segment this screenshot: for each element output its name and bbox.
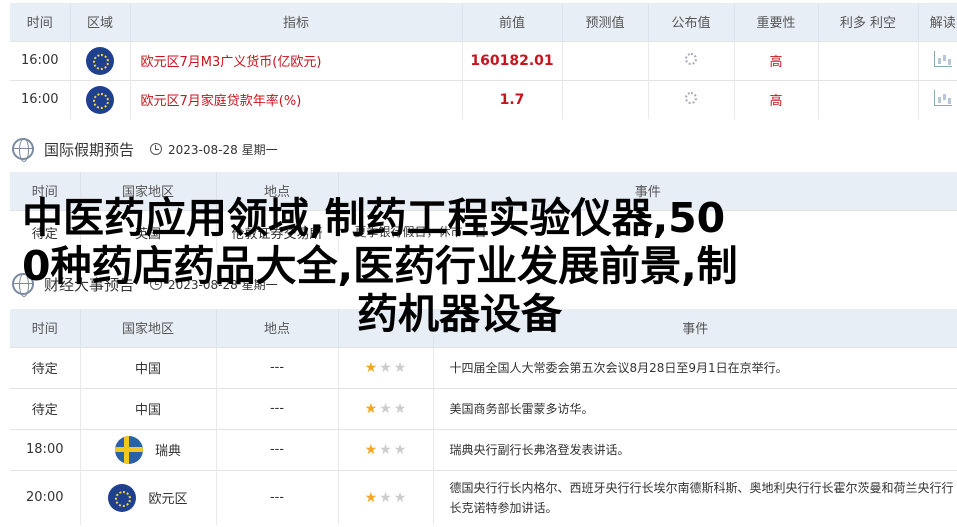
star-icon: ★ xyxy=(364,441,378,458)
country-cell: 中国 xyxy=(80,346,217,388)
chart-icon[interactable] xyxy=(933,89,952,106)
country-cell: 瑞典 xyxy=(154,444,181,459)
col-previous: 前值 xyxy=(462,3,563,41)
star-icon: ★ xyxy=(379,441,392,458)
overlay-headline: 中医药应用领域,制药工程实验仪器,50 0种药店药品大全,医药行业发展前景,制 … xyxy=(22,194,902,338)
table-row: 待定 中国 --- ★ ★ ★ 美国商务部长雷蒙多访华。 xyxy=(10,387,957,429)
event-cell: 美国商务部长雷蒙多访华。 xyxy=(433,387,957,429)
loading-icon xyxy=(685,52,697,65)
overlay-line-3: 药机器设备 xyxy=(357,290,562,338)
holiday-section-header: 国际假期预告 2023-08-28 星期一 xyxy=(12,138,278,162)
eu-flag-icon xyxy=(86,85,114,114)
star-icon: ★ xyxy=(364,359,378,376)
col-bias: 利多 利空 xyxy=(818,3,919,41)
col-forecast: 预测值 xyxy=(562,3,649,41)
star-icon: ★ xyxy=(379,359,392,376)
forecast-value xyxy=(562,79,649,119)
time-cell: 18:00 xyxy=(10,428,81,470)
holiday-title: 国际假期预告 xyxy=(44,140,135,159)
clock-icon xyxy=(150,143,163,155)
loading-icon xyxy=(685,91,697,104)
previous-value: 160182.01 xyxy=(462,40,563,80)
forecast-value xyxy=(562,40,649,80)
eu-flag-icon xyxy=(108,483,137,512)
col-region: 区域 xyxy=(70,3,131,41)
indicator-link[interactable]: 欧元区7月家庭贷款年率(%) xyxy=(130,79,463,119)
star-icon: ★ xyxy=(393,359,407,376)
place-cell: --- xyxy=(216,387,339,429)
table-row: 18:00 瑞典 --- ★ ★ ★ 瑞典央行副行长弗洛登发表讲话。 xyxy=(10,428,957,470)
time-cell: 待定 xyxy=(10,346,81,388)
star-icon: ★ xyxy=(393,400,407,417)
table-row: 20:00 欧元区 --- ★ ★ ★ 德国央行行长内格尔、西班牙央行行长埃尔南德斯… xyxy=(10,469,957,525)
star-rating: ★ ★ ★ xyxy=(338,469,434,525)
col-indicator: 指标 xyxy=(130,3,463,41)
indicator-link[interactable]: 欧元区7月M3广义货币(亿欧元) xyxy=(130,40,463,80)
col-actual: 公布值 xyxy=(648,3,735,41)
importance-value: 高 xyxy=(734,79,819,119)
star-rating: ★ ★ ★ xyxy=(338,428,434,470)
events-table: 时间 国家地区 地点 事件 待定 中国 --- ★ ★ ★ 十四届全国人大常委会第五… xyxy=(10,309,957,525)
table-row: 16:00 欧元区7月家庭贷款年率(%) 1.7 高 xyxy=(10,79,957,119)
globe-icon xyxy=(12,138,34,162)
star-icon: ★ xyxy=(379,400,392,417)
previous-value: 1.7 xyxy=(462,79,563,119)
chart-icon[interactable] xyxy=(933,50,952,67)
event-cell: 十四届全国人大常委会第五次会议8月28日至9月1日在京举行。 xyxy=(433,346,957,388)
eu-flag-icon xyxy=(86,46,114,75)
bias-value xyxy=(818,79,919,119)
bias-value xyxy=(818,40,919,80)
event-cell: 瑞典央行副行长弗洛登发表讲话。 xyxy=(433,428,957,470)
place-cell: --- xyxy=(216,469,339,525)
time-cell: 20:00 xyxy=(10,469,81,525)
importance-value: 高 xyxy=(734,40,819,80)
star-rating: ★ ★ ★ xyxy=(338,346,434,388)
star-icon: ★ xyxy=(393,441,407,458)
table-row: 16:00 欧元区7月M3广义货币(亿欧元) 160182.01 高 xyxy=(10,40,957,80)
holiday-date: 2023-08-28 星期一 xyxy=(168,142,278,157)
place-cell: --- xyxy=(216,346,339,388)
star-rating: ★ ★ ★ xyxy=(338,387,434,429)
se-flag-icon xyxy=(114,435,143,464)
place-cell: --- xyxy=(216,428,339,470)
time-cell: 待定 xyxy=(10,387,81,429)
table-row: 待定 中国 --- ★ ★ ★ 十四届全国人大常委会第五次会议8月28日至9月1日在… xyxy=(10,346,957,388)
country-cell: 欧元区 xyxy=(148,492,188,508)
time-cell: 16:00 xyxy=(10,40,71,80)
star-icon: ★ xyxy=(379,489,392,506)
col-interpret: 解读 xyxy=(918,3,957,41)
country-cell: 中国 xyxy=(80,387,217,429)
event-cell: 德国央行行长内格尔、西班牙央行行长埃尔南德斯科斯、奥地利央行行长霍尔茨曼和荷兰央… xyxy=(433,469,957,525)
col-time: 时间 xyxy=(10,3,71,41)
star-icon: ★ xyxy=(393,489,407,506)
overlay-line-2: 0种药店药品大全,医药行业发展前景,制 xyxy=(22,242,738,290)
overlay-line-1: 中医药应用领域,制药工程实验仪器,50 xyxy=(22,194,726,242)
time-cell: 16:00 xyxy=(10,79,71,119)
col-importance: 重要性 xyxy=(734,3,819,41)
star-icon: ★ xyxy=(364,400,378,417)
indicator-table: 时间 区域 指标 前值 预测值 公布值 重要性 利多 利空 解读 16:00 欧… xyxy=(10,3,957,119)
star-icon: ★ xyxy=(364,489,378,506)
